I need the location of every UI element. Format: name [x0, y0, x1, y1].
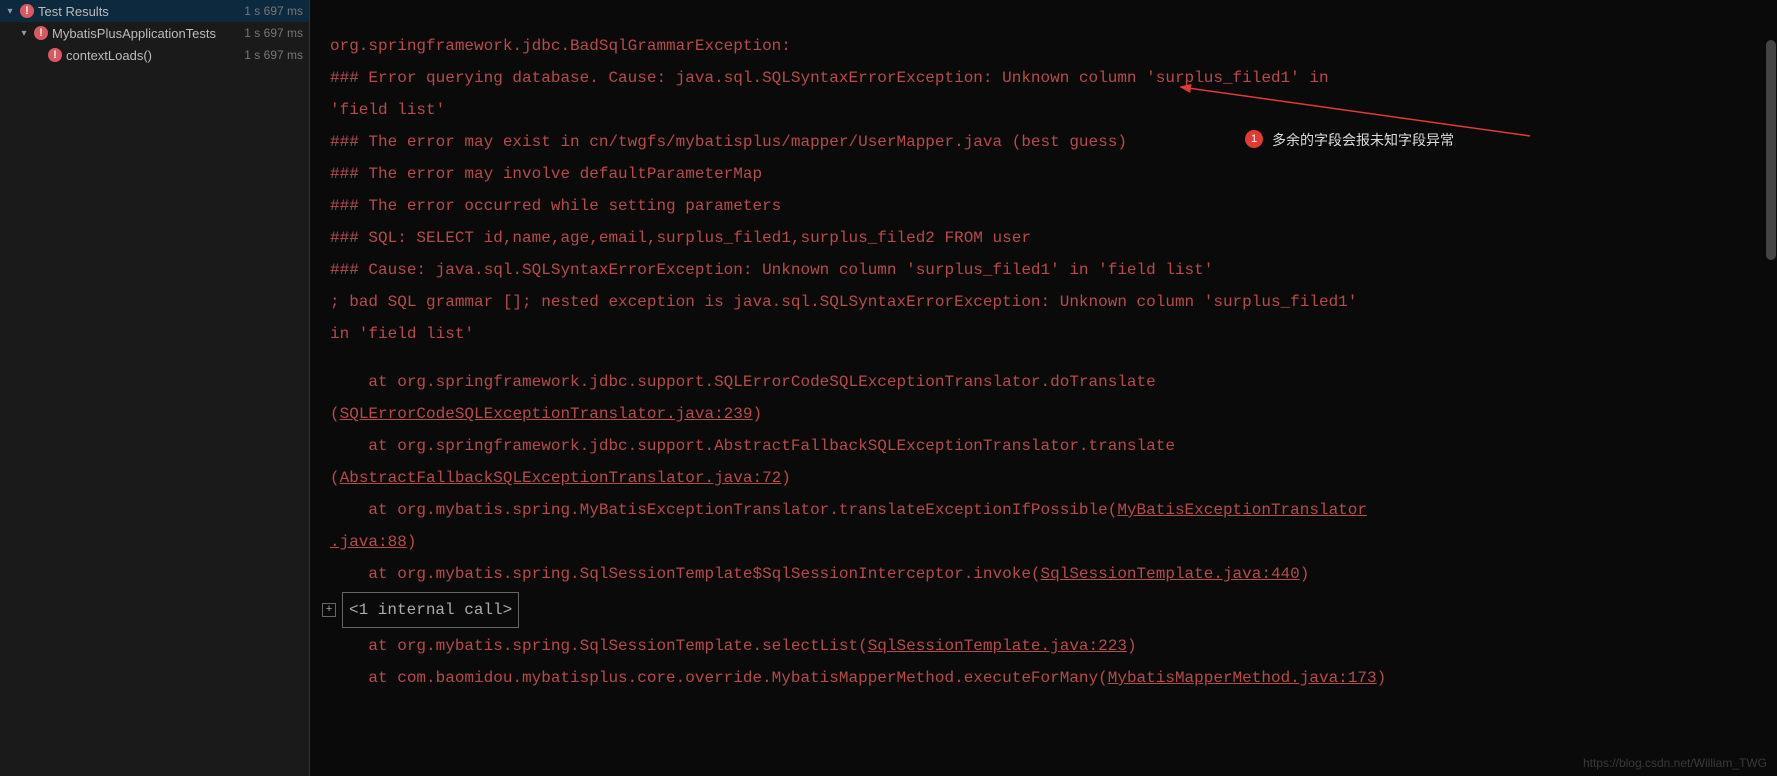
error-icon: !: [48, 48, 62, 62]
internal-call-fold[interactable]: + <1 internal call>: [322, 592, 1767, 628]
source-link[interactable]: MybatisMapperMethod.java:173: [1108, 669, 1377, 687]
tree-root-time: 1 s 697 ms: [244, 4, 309, 18]
watermark: https://blog.csdn.net/William_TWG: [1583, 756, 1767, 770]
console-line: ### Error querying database. Cause: java…: [330, 62, 1767, 94]
console-line: ### The error occurred while setting par…: [330, 190, 1767, 222]
stack-line: .java:88): [330, 526, 1767, 558]
error-icon: !: [34, 26, 48, 40]
source-link[interactable]: .java:88: [330, 533, 407, 551]
tree-root-label: Test Results: [38, 4, 244, 19]
stack-line: at org.mybatis.spring.MyBatisExceptionTr…: [330, 494, 1767, 526]
stack-line: at org.springframework.jdbc.support.Abst…: [330, 430, 1767, 462]
source-link[interactable]: MyBatisExceptionTranslator: [1117, 501, 1367, 519]
source-link[interactable]: SqlSessionTemplate.java:440: [1041, 565, 1300, 583]
stack-line: (AbstractFallbackSQLExceptionTranslator.…: [330, 462, 1767, 494]
expand-icon[interactable]: +: [322, 603, 336, 617]
stack-line: (SQLErrorCodeSQLExceptionTranslator.java…: [330, 398, 1767, 430]
tree-node2-time: 1 s 697 ms: [244, 48, 309, 62]
tree-root-test-results[interactable]: ▾ ! Test Results 1 s 697 ms: [0, 0, 309, 22]
annotation-text: 多余的字段会报未知字段异常: [1272, 130, 1454, 150]
scrollbar-thumb[interactable]: [1766, 40, 1776, 260]
console-line: ### The error may exist in cn/twgfs/myba…: [330, 126, 1767, 158]
console-output[interactable]: org.springframework.jdbc.BadSqlGrammarEx…: [310, 0, 1777, 704]
error-icon: !: [20, 4, 34, 18]
stack-line: at org.mybatis.spring.SqlSessionTemplate…: [330, 630, 1767, 662]
tree-node1-label: MybatisPlusApplicationTests: [52, 26, 244, 41]
console-line: 'field list': [330, 94, 1767, 126]
tree-node-context-loads[interactable]: ! contextLoads() 1 s 697 ms: [0, 44, 309, 66]
chevron-down-icon: ▾: [4, 6, 16, 17]
console-panel: org.springframework.jdbc.BadSqlGrammarEx…: [310, 0, 1777, 776]
tree-node1-time: 1 s 697 ms: [244, 26, 309, 40]
source-link[interactable]: SqlSessionTemplate.java:223: [868, 637, 1127, 655]
console-line: ### Cause: java.sql.SQLSyntaxErrorExcept…: [330, 254, 1767, 286]
console-line: ### The error may involve defaultParamet…: [330, 158, 1767, 190]
console-line: ; bad SQL grammar []; nested exception i…: [330, 286, 1767, 318]
source-link[interactable]: SQLErrorCodeSQLExceptionTranslator.java:…: [340, 405, 753, 423]
tree-node2-label: contextLoads(): [66, 48, 244, 63]
source-link[interactable]: AbstractFallbackSQLExceptionTranslator.j…: [340, 469, 782, 487]
stack-line: at com.baomidou.mybatisplus.core.overrid…: [330, 662, 1767, 694]
internal-call-label: <1 internal call>: [342, 592, 519, 628]
console-line: org.springframework.jdbc.BadSqlGrammarEx…: [330, 30, 1767, 62]
test-tree-panel: ▾ ! Test Results 1 s 697 ms ▾ ! MybatisP…: [0, 0, 310, 776]
console-line: in 'field list': [330, 318, 1767, 350]
stack-line: at org.springframework.jdbc.support.SQLE…: [330, 366, 1767, 398]
annotation-badge: 1: [1245, 130, 1263, 148]
stack-line: at org.mybatis.spring.SqlSessionTemplate…: [330, 558, 1767, 590]
chevron-down-icon: ▾: [18, 28, 30, 39]
tree-node-application-tests[interactable]: ▾ ! MybatisPlusApplicationTests 1 s 697 …: [0, 22, 309, 44]
console-line: ### SQL: SELECT id,name,age,email,surplu…: [330, 222, 1767, 254]
